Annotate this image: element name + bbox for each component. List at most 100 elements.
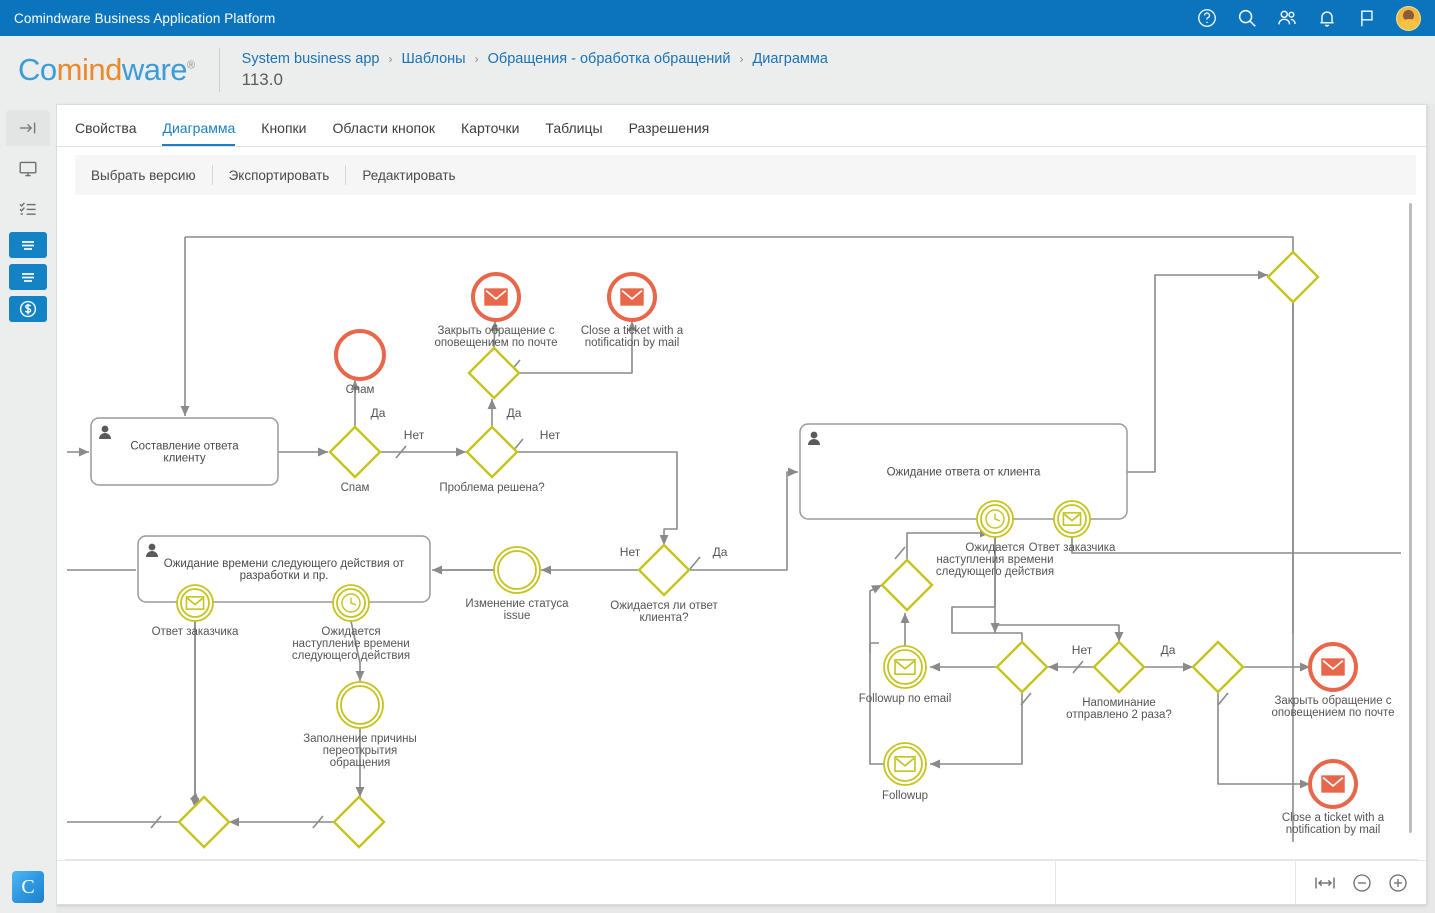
- breadcrumb-item-3[interactable]: Диаграмма: [752, 51, 827, 67]
- tab-properties[interactable]: Свойства: [75, 120, 136, 146]
- bpmn-gateway[interactable]: [880, 558, 934, 612]
- list-view-2-icon: [22, 273, 34, 282]
- gateway-diamond[interactable]: [1266, 250, 1320, 304]
- sidebar-item-list-view-2[interactable]: [9, 264, 47, 290]
- gateway-diamond[interactable]: [995, 640, 1049, 694]
- event-outer-ring[interactable]: [1053, 500, 1091, 538]
- label-line: Ответ заказчика: [1029, 542, 1116, 554]
- gateway-diamond[interactable]: [1191, 640, 1245, 694]
- sequence-flow[interactable]: [689, 467, 798, 571]
- diagram-labels: Составление ответа клиенту Ожидание времен…: [130, 325, 1394, 836]
- gateway-diamond[interactable]: [637, 543, 691, 597]
- collapse-panel-button[interactable]: [6, 110, 50, 146]
- sequence-flow[interactable]: [185, 236, 1294, 252]
- flow-condition-label: Нет: [620, 545, 641, 559]
- sidebar-item-monitor[interactable]: [8, 152, 48, 186]
- bpmn-event-end-message[interactable]: [1308, 759, 1358, 809]
- sequence-flow[interactable]: [517, 451, 678, 545]
- zoom-in-button[interactable]: [1388, 873, 1408, 893]
- bpmn-event-end-message[interactable]: [607, 272, 657, 322]
- logo-part-3: ware: [121, 52, 188, 87]
- bpmn-gateway[interactable]: [1092, 640, 1146, 694]
- canvas-vertical-scrollbar[interactable]: [1406, 203, 1416, 859]
- select-version-button[interactable]: Выбрать версию: [75, 168, 212, 183]
- bpmn-diagram[interactable]: Составление ответа клиенту Ожидание времен…: [65, 203, 1418, 860]
- user-avatar[interactable]: [1396, 5, 1421, 31]
- bell-icon[interactable]: [1316, 7, 1338, 29]
- scrollbar-thumb[interactable]: [1409, 203, 1412, 833]
- bpmn-gateway[interactable]: [467, 346, 521, 400]
- user-head: [101, 425, 109, 433]
- sequence-flow[interactable]: [1127, 270, 1268, 473]
- event-outer-ring[interactable]: [334, 329, 386, 381]
- event-outer-ring[interactable]: [176, 584, 214, 622]
- top-bar-actions: [1196, 5, 1421, 31]
- help-icon[interactable]: [1196, 7, 1218, 29]
- label-line: Проблема решена?: [439, 482, 544, 494]
- event-outer-ring[interactable]: [883, 645, 927, 689]
- search-icon[interactable]: [1236, 7, 1258, 29]
- bpmn-event-end-message[interactable]: [1308, 642, 1358, 692]
- gateway-diamond[interactable]: [465, 425, 519, 479]
- export-button[interactable]: Экспортировать: [213, 168, 346, 183]
- flow-condition-label: Нет: [1072, 643, 1093, 657]
- tab-tables[interactable]: Таблицы: [545, 120, 602, 146]
- gateway-diamond[interactable]: [467, 346, 521, 400]
- breadcrumb: System business app › Шаблоны › Обращени…: [242, 51, 828, 90]
- default-flow-marker: [1217, 692, 1229, 706]
- element-label: Заполнение причины переоткрытия обращения: [303, 733, 417, 769]
- status-bar: [57, 860, 1426, 904]
- bpmn-gateway[interactable]: [637, 543, 691, 597]
- gateway-diamond[interactable]: [328, 425, 382, 479]
- comindware-logo[interactable]: Comindware®: [18, 52, 195, 88]
- bpmn-gateway[interactable]: [465, 425, 519, 479]
- gateway-diamond[interactable]: [1092, 640, 1146, 694]
- sequence-flow[interactable]: [1071, 537, 1401, 554]
- bpmn-event-end-plain[interactable]: [334, 329, 386, 381]
- tab-diagram[interactable]: Диаграмма: [162, 120, 236, 146]
- bpmn-gateway[interactable]: [328, 425, 382, 479]
- bpmn-event-boundary-timer[interactable]: [976, 500, 1014, 538]
- flow-condition-label: Нет: [540, 428, 561, 442]
- bpmn-event-boundary-message[interactable]: [1053, 500, 1091, 538]
- bpmn-event-boundary-timer[interactable]: [332, 584, 370, 622]
- edit-button[interactable]: Редактировать: [346, 168, 471, 183]
- breadcrumb-item-0[interactable]: System business app: [242, 51, 380, 67]
- sidebar-item-list-view[interactable]: [9, 232, 47, 258]
- bpmn-gateway[interactable]: [177, 795, 231, 849]
- sidebar-item-currency[interactable]: [9, 296, 47, 322]
- bpmn-gateway[interactable]: [332, 795, 386, 849]
- tab-cards[interactable]: Карточки: [461, 120, 519, 146]
- gateway-diamond[interactable]: [880, 558, 934, 612]
- event-outer-ring[interactable]: [336, 681, 384, 729]
- comindware-app-button[interactable]: C: [12, 871, 44, 903]
- gateway-diamond[interactable]: [332, 795, 386, 849]
- breadcrumb-item-2[interactable]: Обращения - обработка обращений: [488, 51, 731, 67]
- bpmn-event-intermediate-message[interactable]: [883, 742, 927, 786]
- breadcrumb-item-1[interactable]: Шаблоны: [401, 51, 465, 67]
- tab-buttons[interactable]: Кнопки: [261, 120, 306, 146]
- event-outer-ring[interactable]: [493, 546, 541, 594]
- flow-condition-label: Да: [713, 545, 728, 559]
- sidebar-item-checklist[interactable]: [8, 192, 48, 226]
- bpmn-event-end-message[interactable]: [471, 272, 521, 322]
- bpmn-gateway[interactable]: [995, 640, 1049, 694]
- bpmn-gateway[interactable]: [1266, 250, 1320, 304]
- bpmn-gateway[interactable]: [1191, 640, 1245, 694]
- gateway-diamond[interactable]: [177, 795, 231, 849]
- tab-permissions[interactable]: Разрешения: [629, 120, 710, 146]
- fit-width-button[interactable]: [1314, 875, 1336, 891]
- label-line: отправлено 2 раза?: [1066, 709, 1172, 721]
- event-outer-ring[interactable]: [883, 742, 927, 786]
- bpmn-event-intermediate-plain[interactable]: [493, 546, 541, 594]
- diagram-canvas[interactable]: Составление ответа клиенту Ожидание времен…: [65, 203, 1418, 860]
- zoom-out-button[interactable]: [1352, 873, 1372, 893]
- bpmn-event-boundary-message[interactable]: [176, 584, 214, 622]
- label-line: Спам: [341, 482, 370, 494]
- label-line: Изменение статуса: [465, 598, 569, 610]
- flag-icon[interactable]: [1356, 7, 1378, 29]
- bpmn-event-intermediate-message[interactable]: [883, 645, 927, 689]
- tab-button-areas[interactable]: Области кнопок: [333, 120, 436, 146]
- bpmn-event-intermediate-plain[interactable]: [336, 681, 384, 729]
- users-icon[interactable]: [1276, 7, 1298, 29]
